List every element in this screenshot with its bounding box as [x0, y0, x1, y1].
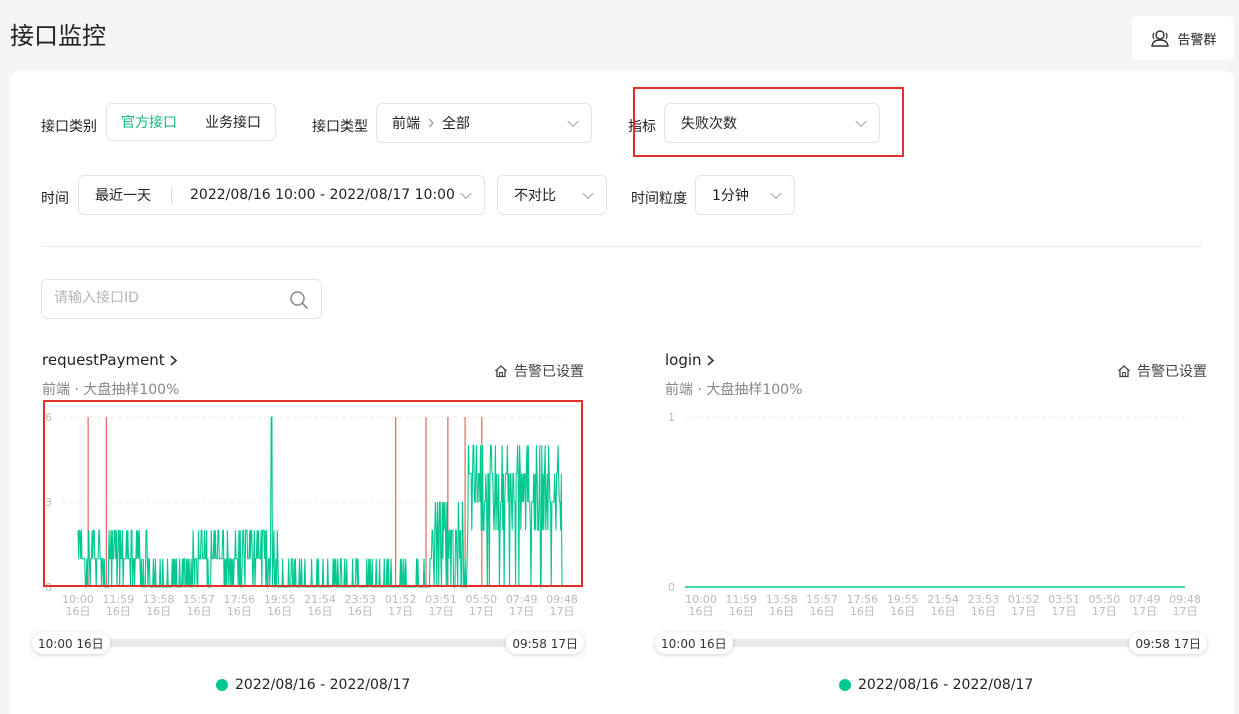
y-tick-label: 0: [668, 581, 675, 594]
time-label: 时间: [41, 191, 69, 207]
tab-official[interactable]: 官方接口: [107, 104, 191, 140]
legend-label: 2022/08/16 - 2022/08/17: [235, 677, 411, 693]
chevron-down-icon: [460, 187, 472, 200]
highlight-frame-chart: [43, 400, 583, 587]
panel-subtitle: 前端 · 大盘抽样100%: [42, 382, 180, 398]
legend: 2022/08/16 - 2022/08/17: [216, 677, 410, 693]
home-icon: [495, 365, 507, 378]
x-tick-date: 17日: [1092, 605, 1117, 618]
granularity-label: 时间粒度: [631, 191, 687, 207]
home-icon: [1118, 365, 1130, 378]
x-tick-date: 16日: [308, 605, 333, 618]
chevron-down-icon: [582, 187, 594, 200]
slider-track: [62, 639, 554, 647]
x-tick-date: 16日: [106, 605, 131, 618]
compare-select[interactable]: 不对比: [497, 175, 607, 215]
legend-dot: [216, 679, 228, 691]
panel-subtitle: 前端 · 大盘抽样100%: [665, 382, 803, 398]
group-icon: [1151, 30, 1170, 47]
x-tick-date: 16日: [187, 605, 212, 618]
alarm-group-button[interactable]: 告警群: [1132, 16, 1234, 60]
highlight-frame-metric: [633, 87, 904, 157]
x-tick-date: 17日: [1132, 605, 1157, 618]
x-tick-date: 16日: [66, 605, 91, 618]
category-tabs: 官方接口 业务接口: [106, 103, 276, 141]
alarm-set-button[interactable]: 告警已设置: [1117, 361, 1207, 381]
panel-title: requestPayment: [42, 351, 165, 369]
x-tick-date: 16日: [971, 605, 996, 618]
search-icon[interactable]: [289, 290, 309, 310]
slider-end-handle[interactable]: 09:58 17日: [506, 632, 584, 654]
x-tick-date: 16日: [931, 605, 956, 618]
type-value-primary: 前端: [392, 116, 420, 132]
category-label: 接口类别: [41, 119, 97, 135]
chevron-down-icon: [567, 115, 579, 128]
legend-dot: [839, 679, 851, 691]
time-preset[interactable]: 最近一天: [95, 185, 151, 205]
chevron-right-icon: [707, 355, 714, 366]
time-divider: [171, 187, 172, 203]
chart-panel-login: login 前端 · 大盘抽样100% 告警已设置 0 1 10:00 16日 11:5…: [655, 351, 1215, 693]
time-slider[interactable]: 10:00 16日 09:58 17日: [655, 632, 1207, 654]
chevron-down-icon: [770, 187, 782, 200]
panel-title-link[interactable]: login: [665, 351, 716, 369]
x-tick-date: 16日: [146, 605, 171, 618]
search-box: [41, 279, 322, 319]
panel-title: login: [665, 351, 702, 369]
time-slider[interactable]: 10:00 16日 09:58 17日: [32, 632, 584, 654]
x-tick-date: 17日: [509, 605, 534, 618]
type-value-secondary: 全部: [442, 116, 470, 132]
time-range-value: 2022/08/16 10:00 - 2022/08/17 10:00: [190, 187, 455, 203]
chart-panel-requestpayment: requestPayment 前端 · 大盘抽样100% 告警已设置 0 3 6 10…: [32, 351, 592, 693]
type-label: 接口类型: [312, 119, 368, 135]
granularity-value: 1分钟: [712, 188, 749, 204]
legend: 2022/08/16 - 2022/08/17: [839, 677, 1033, 693]
slider-start-handle[interactable]: 10:00 16日: [655, 632, 733, 654]
search-input[interactable]: [54, 290, 274, 306]
x-tick-date: 16日: [689, 605, 714, 618]
x-tick-date: 17日: [1173, 605, 1198, 618]
compare-value: 不对比: [514, 188, 556, 204]
main-card: 接口类别 官方接口 业务接口 接口类型 前端 全部 指标 失败次数 时间 最近一…: [10, 71, 1234, 714]
alarm-set-label: 告警已设置: [514, 364, 584, 380]
x-tick-date: 17日: [1052, 605, 1077, 618]
alarm-group-label: 告警群: [1177, 32, 1217, 48]
tab-business[interactable]: 业务接口: [191, 104, 275, 140]
panel-title-link[interactable]: requestPayment: [42, 351, 179, 369]
x-tick-date: 17日: [429, 605, 454, 618]
granularity-select[interactable]: 1分钟: [695, 175, 795, 215]
alarm-set-button[interactable]: 告警已设置: [494, 361, 584, 381]
alarm-set-label: 告警已设置: [1137, 364, 1207, 380]
x-tick-date: 17日: [469, 605, 494, 618]
y-tick-label: 1: [668, 411, 675, 424]
x-tick-date: 16日: [850, 605, 875, 618]
page-title: 接口监控: [10, 22, 106, 50]
chart-login: 0110:0016日11:5916日13:5816日15:5716日17:561…: [668, 411, 1201, 618]
chevron-right-icon: [170, 355, 177, 366]
legend-label: 2022/08/16 - 2022/08/17: [858, 677, 1034, 693]
x-tick-date: 16日: [348, 605, 373, 618]
type-select[interactable]: 前端 全部: [376, 103, 592, 143]
x-tick-date: 17日: [550, 605, 575, 618]
x-tick-date: 16日: [729, 605, 754, 618]
x-tick-date: 16日: [267, 605, 292, 618]
x-tick-date: 16日: [890, 605, 915, 618]
x-tick-date: 17日: [1011, 605, 1036, 618]
slider-end-handle[interactable]: 09:58 17日: [1129, 632, 1207, 654]
x-tick-date: 17日: [388, 605, 413, 618]
time-range-picker[interactable]: 最近一天 2022/08/16 10:00 - 2022/08/17 10:00: [78, 175, 485, 215]
x-tick-date: 16日: [810, 605, 835, 618]
x-tick-date: 16日: [769, 605, 794, 618]
x-tick-date: 16日: [227, 605, 252, 618]
slider-start-handle[interactable]: 10:00 16日: [32, 632, 110, 654]
filter-divider: [41, 246, 1202, 247]
slider-track: [685, 639, 1177, 647]
chevron-right-icon: [428, 118, 434, 128]
